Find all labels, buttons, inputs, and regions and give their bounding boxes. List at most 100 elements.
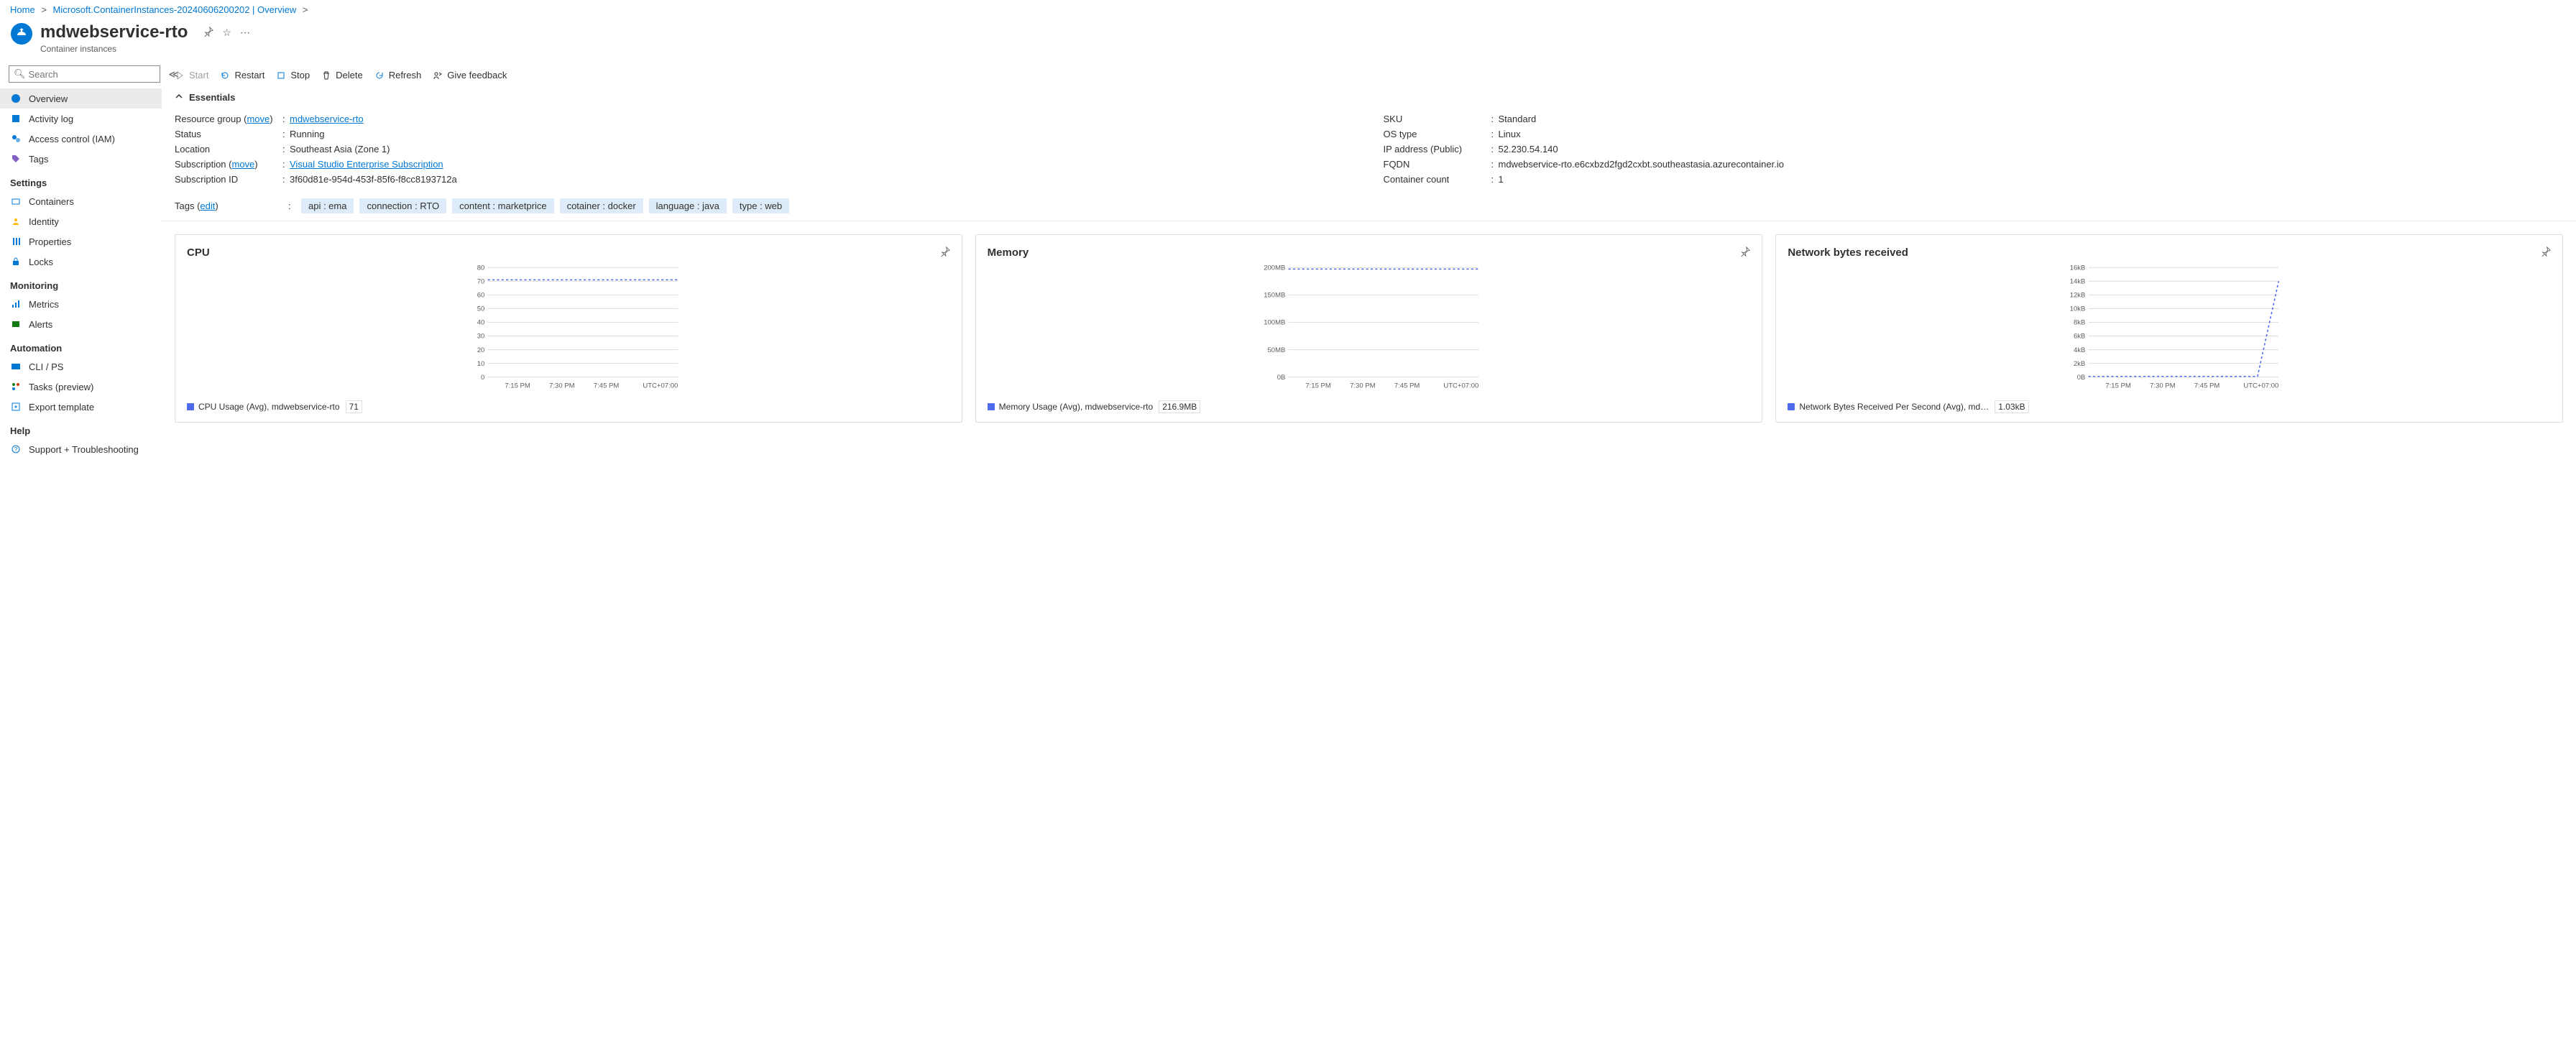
header-actions: ☆ ⋯ <box>203 22 250 39</box>
legend-swatch <box>187 403 194 410</box>
content: Start Restart Stop Delete Refresh Give f… <box>162 64 2576 474</box>
edit-tags-link[interactable]: edit <box>200 201 215 211</box>
sidebar-item-metrics[interactable]: Metrics <box>0 294 162 314</box>
sidebar-item-overview[interactable]: Overview <box>0 88 162 109</box>
svg-text:0B: 0B <box>2077 374 2086 382</box>
chart-plot: 010203040506070807:15 PM7:30 PM7:45 PMUT… <box>187 264 950 394</box>
ess-label: SKU <box>1384 114 1491 124</box>
sidebar-item-locks[interactable]: Locks <box>0 252 162 272</box>
chart-title: Network bytes received <box>1788 247 1908 259</box>
svg-text:UTC+07:00: UTC+07:00 <box>643 382 678 390</box>
tag[interactable]: api : ema <box>301 198 354 213</box>
sidebar-item-label: Metrics <box>29 299 59 310</box>
sku-value: Standard <box>1499 114 2564 124</box>
feedback-button[interactable]: Give feedback <box>433 70 507 80</box>
delete-button[interactable]: Delete <box>321 70 363 80</box>
sidebar-item-cli[interactable]: CLI / PS <box>0 356 162 377</box>
essentials-toggle[interactable]: Essentials <box>162 86 2576 109</box>
sidebar-item-access-control[interactable]: Access control (IAM) <box>0 129 162 149</box>
sidebar-group-automation: Automation <box>0 334 162 356</box>
sidebar-item-tasks[interactable]: Tasks (preview) <box>0 377 162 397</box>
restart-button[interactable]: Restart <box>220 70 264 80</box>
sidebar-item-tags[interactable]: Tags <box>0 149 162 169</box>
svg-text:200MB: 200MB <box>1264 264 1285 272</box>
tags-label: Tags (edit) <box>175 201 282 211</box>
chart-legend: Memory Usage (Avg), mdwebservice-rto 216… <box>988 400 1751 413</box>
svg-text:7:30 PM: 7:30 PM <box>1350 382 1376 390</box>
tag[interactable]: content : marketprice <box>452 198 553 213</box>
search-box[interactable]: 🔍︎ <box>9 65 160 83</box>
pin-icon[interactable] <box>2541 247 2551 259</box>
svg-text:50MB: 50MB <box>1267 346 1285 354</box>
metrics-icon <box>10 298 22 310</box>
access-control-icon <box>10 133 22 144</box>
fqdn-value: mdwebservice-rto.e6cxbzd2fgd2cxbt.southe… <box>1499 159 2564 170</box>
locks-icon <box>10 256 22 267</box>
sidebar-group-settings: Settings <box>0 169 162 191</box>
ess-label: Subscription (move) <box>175 159 282 170</box>
sidebar-item-identity[interactable]: Identity <box>0 211 162 231</box>
sidebar-item-export-template[interactable]: Export template <box>0 397 162 417</box>
ess-label: FQDN <box>1384 159 1491 170</box>
svg-text:7:30 PM: 7:30 PM <box>2150 382 2176 390</box>
tags-row: Tags (edit) : api : emaconnection : RTOc… <box>162 195 2576 221</box>
containers-icon <box>10 195 22 207</box>
delete-icon <box>321 70 331 80</box>
refresh-icon <box>374 70 385 80</box>
ess-label: Status <box>175 129 282 139</box>
sidebar-item-properties[interactable]: Properties <box>0 231 162 252</box>
pin-icon[interactable] <box>1740 247 1750 259</box>
overview-icon <box>10 93 22 104</box>
tasks-icon <box>10 381 22 392</box>
cmd-label: Stop <box>290 70 310 80</box>
cmd-label: Delete <box>336 70 363 80</box>
tag[interactable]: language : java <box>649 198 727 213</box>
title-block: mdwebservice-rto Container instances <box>40 22 188 54</box>
more-icon[interactable]: ⋯ <box>240 27 250 39</box>
subscription-link[interactable]: Visual Studio Enterprise Subscription <box>290 159 443 170</box>
tag[interactable]: connection : RTO <box>359 198 446 213</box>
svg-text:6kB: 6kB <box>2074 333 2085 341</box>
chart-card: Memory 0B50MB100MB150MB200MB7:15 PM7:30 … <box>975 234 1763 423</box>
resource-icon <box>10 22 33 45</box>
sidebar-item-activity-log[interactable]: Activity log <box>0 109 162 129</box>
ip-value: 52.230.54.140 <box>1499 144 2564 155</box>
cmd-label: Refresh <box>389 70 422 80</box>
favorite-icon[interactable]: ☆ <box>222 27 231 39</box>
sidebar-group-help: Help <box>0 417 162 439</box>
svg-text:60: 60 <box>477 292 485 300</box>
stop-button[interactable]: Stop <box>276 70 310 80</box>
svg-text:7:15 PM: 7:15 PM <box>505 382 530 390</box>
pin-icon[interactable] <box>203 27 213 39</box>
chevron-up-icon <box>175 92 183 103</box>
sidebar-item-support[interactable]: ?Support + Troubleshooting <box>0 439 162 459</box>
pin-icon[interactable] <box>940 247 950 259</box>
breadcrumb-group[interactable]: Microsoft.ContainerInstances-20240606200… <box>53 4 297 15</box>
sidebar-item-alerts[interactable]: Alerts <box>0 314 162 334</box>
search-input[interactable] <box>29 69 155 80</box>
resource-group-link[interactable]: mdwebservice-rto <box>290 114 364 124</box>
move-link[interactable]: move <box>247 114 270 124</box>
svg-text:150MB: 150MB <box>1264 292 1285 300</box>
tag[interactable]: cotainer : docker <box>560 198 643 213</box>
cmd-label: Give feedback <box>447 70 507 80</box>
breadcrumb-home[interactable]: Home <box>10 4 35 15</box>
stop-icon <box>276 70 286 80</box>
legend-label: Network Bytes Received Per Second (Avg),… <box>1799 402 1989 412</box>
svg-text:10: 10 <box>477 360 485 368</box>
chart-card: Network bytes received 0B2kB4kB6kB8kB10k… <box>1775 234 2563 423</box>
svg-text:4kB: 4kB <box>2074 346 2085 354</box>
tag[interactable]: type : web <box>732 198 789 213</box>
legend-value: 1.03kB <box>1995 400 2028 413</box>
svg-text:?: ? <box>14 446 18 453</box>
svg-text:7:15 PM: 7:15 PM <box>1305 382 1331 390</box>
ess-label: Location <box>175 144 282 155</box>
cli-icon <box>10 361 22 372</box>
refresh-button[interactable]: Refresh <box>374 70 422 80</box>
svg-text:UTC+07:00: UTC+07:00 <box>1443 382 1478 390</box>
move-link[interactable]: move <box>231 159 254 170</box>
svg-text:0B: 0B <box>1276 374 1285 382</box>
sidebar-item-containers[interactable]: Containers <box>0 191 162 211</box>
chart-plot: 0B2kB4kB6kB8kB10kB12kB14kB16kB7:15 PM7:3… <box>1788 264 2551 394</box>
sidebar-item-label: Alerts <box>29 319 52 330</box>
